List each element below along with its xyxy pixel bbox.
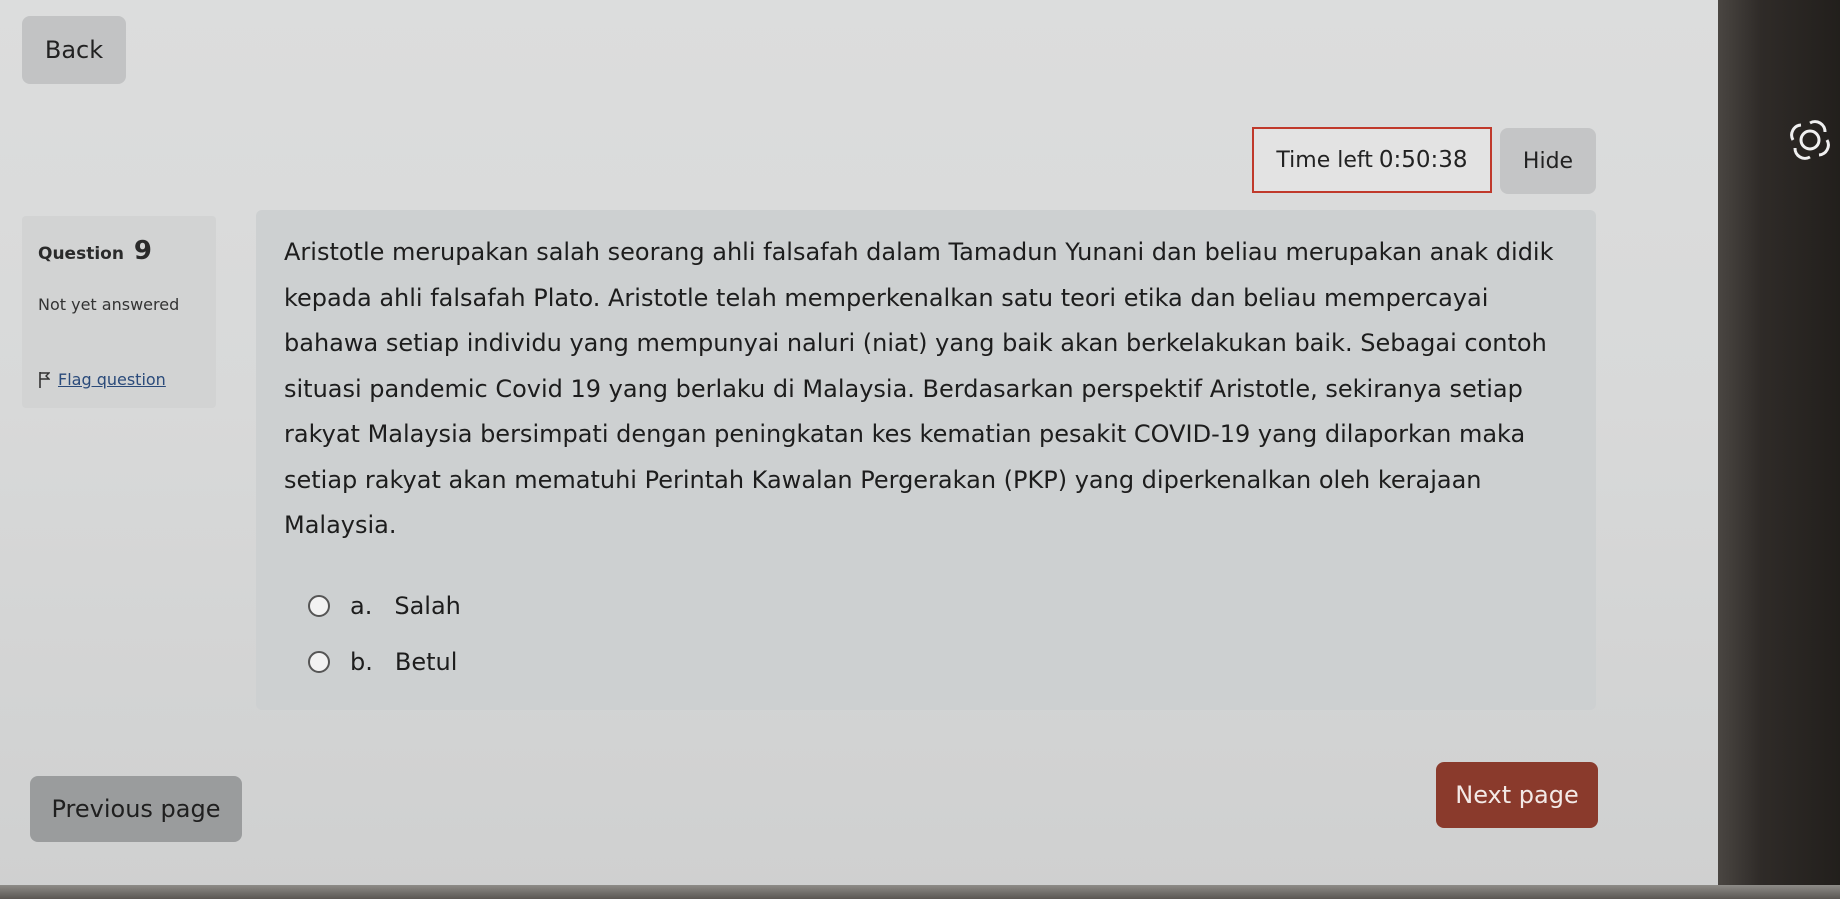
option-label: Betul [394,648,458,676]
previous-page-button[interactable]: Previous page [30,776,242,842]
option-letter: b. [350,648,373,676]
screen-bottom-edge [0,885,1840,899]
timer-label: Time left [1276,147,1373,173]
option-letter: a. [350,592,373,620]
flag-icon [39,371,50,388]
question-info-panel: Question 9 Not yet answered Flag questio… [22,216,216,408]
option-a[interactable]: a. Salah [308,592,461,620]
radio-button-icon[interactable] [308,595,330,617]
question-number: 9 [133,236,152,266]
question-label-text: Question [38,244,124,264]
flag-question-label: Flag question [58,370,166,389]
option-label: Salah [394,592,461,620]
question-status: Not yet answered [38,295,180,314]
question-number-label: Question 9 [38,236,152,266]
question-content-panel: Aristotle merupakan salah seorang ahli f… [256,210,1596,710]
openai-logo-icon [1790,120,1830,160]
radio-button-icon[interactable] [308,651,330,673]
flag-question-link[interactable]: Flag question [38,370,166,389]
back-button[interactable]: Back [22,16,126,84]
timer-value: 0:50:38 [1378,147,1468,173]
next-page-button[interactable]: Next page [1436,762,1598,828]
timer-box: Time left 0:50:38 [1252,127,1492,193]
question-text: Aristotle merupakan salah seorang ahli f… [284,238,1554,539]
hide-timer-button[interactable]: Hide [1500,128,1596,194]
option-b[interactable]: b. Betul [308,648,457,676]
